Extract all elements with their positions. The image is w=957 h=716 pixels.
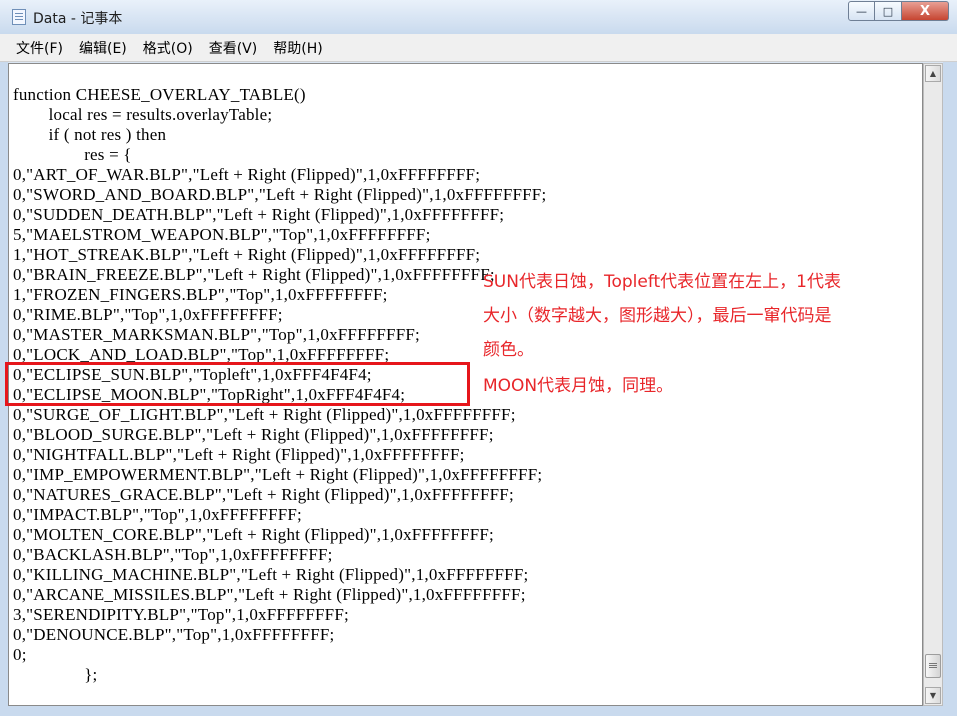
code-line: 0,"DENOUNCE.BLP","Top",1,0xFFFFFFFF; (13, 625, 335, 644)
menu-bar: 文件(F) 编辑(E) 格式(O) 查看(V) 帮助(H) (0, 34, 957, 62)
code-line: 0,"IMPACT.BLP","Top",1,0xFFFFFFFF; (13, 505, 302, 524)
code-line: 5,"MAELSTROM_WEAPON.BLP","Top",1,0xFFFFF… (13, 225, 431, 244)
vertical-scrollbar[interactable]: ▲ ▼ (923, 63, 943, 706)
scroll-down-button[interactable]: ▼ (925, 687, 941, 704)
annotation-line-4: MOON代表月蚀，同理。 (483, 376, 674, 396)
menu-edit[interactable]: 编辑(E) (71, 35, 135, 61)
code-line: 0,"NATURES_GRACE.BLP","Left + Right (Fli… (13, 485, 514, 504)
window-controls: — □ X (848, 1, 949, 21)
code-line: if ( not res ) then (13, 125, 167, 144)
code-line: 0,"SUDDEN_DEATH.BLP","Left + Right (Flip… (13, 205, 505, 224)
code-line: 0,"BRAIN_FREEZE.BLP","Left + Right (Flip… (13, 265, 495, 284)
window-title: Data - 记事本 (33, 11, 123, 27)
scrollbar-thumb[interactable] (925, 654, 941, 678)
code-line: 0,"NIGHTFALL.BLP","Left + Right (Flipped… (13, 445, 465, 464)
menu-format[interactable]: 格式(O) (135, 35, 201, 61)
menu-file[interactable]: 文件(F) (8, 35, 71, 61)
code-line: 0,"BACKLASH.BLP","Top",1,0xFFFFFFFF; (13, 545, 333, 564)
close-button[interactable]: X (902, 1, 949, 21)
code-line: 0,"BLOOD_SURGE.BLP","Left + Right (Flipp… (13, 425, 494, 444)
maximize-button[interactable]: □ (875, 1, 902, 21)
code-line: res = { (13, 145, 132, 164)
code-line: function CHEESE_OVERLAY_TABLE() (13, 85, 306, 104)
code-line: 0,"RIME.BLP","Top",1,0xFFFFFFFF; (13, 305, 283, 324)
title-bar: Data - 记事本 — □ X (0, 0, 957, 35)
code-line: 0,"MOLTEN_CORE.BLP","Left + Right (Flipp… (13, 525, 494, 544)
code-line: 1,"HOT_STREAK.BLP","Left + Right (Flippe… (13, 245, 481, 264)
code-line: 0,"KILLING_MACHINE.BLP","Left + Right (F… (13, 565, 529, 584)
code-line: 0,"SWORD_AND_BOARD.BLP","Left + Right (F… (13, 185, 547, 204)
annotation-line-2: 大小（数字越大，图形越大），最后一窜代码是 (483, 306, 832, 326)
code-line: 0,"MASTER_MARKSMAN.BLP","Top",1,0xFFFFFF… (13, 325, 420, 344)
code-line: 3,"SERENDIPITY.BLP","Top",1,0xFFFFFFFF; (13, 605, 349, 624)
code-line: }; (13, 665, 98, 684)
notepad-icon (12, 9, 26, 25)
code-line: 0,"SURGE_OF_LIGHT.BLP","Left + Right (Fl… (13, 405, 516, 424)
code-line: 0,"ART_OF_WAR.BLP","Left + Right (Flippe… (13, 165, 481, 184)
window-frame-right (943, 62, 957, 706)
annotation-line-3: 颜色。 (483, 340, 534, 360)
menu-help[interactable]: 帮助(H) (265, 35, 330, 61)
code-line: 0,"ARCANE_MISSILES.BLP","Left + Right (F… (13, 585, 526, 604)
annotation-highlight-box (5, 362, 470, 406)
code-line: local res = results.overlayTable; (13, 105, 273, 124)
menu-view[interactable]: 查看(V) (201, 35, 266, 61)
code-line: 0,"IMP_EMPOWERMENT.BLP","Left + Right (F… (13, 465, 543, 484)
annotation-line-1: SUN代表日蚀，Topleft代表位置在左上，1代表 (483, 272, 841, 292)
scroll-up-button[interactable]: ▲ (925, 65, 941, 82)
minimize-button[interactable]: — (848, 1, 875, 21)
window-frame-bottom (0, 706, 957, 716)
code-line: 0; (13, 645, 27, 664)
code-line: 1,"FROZEN_FINGERS.BLP","Top",1,0xFFFFFFF… (13, 285, 388, 304)
